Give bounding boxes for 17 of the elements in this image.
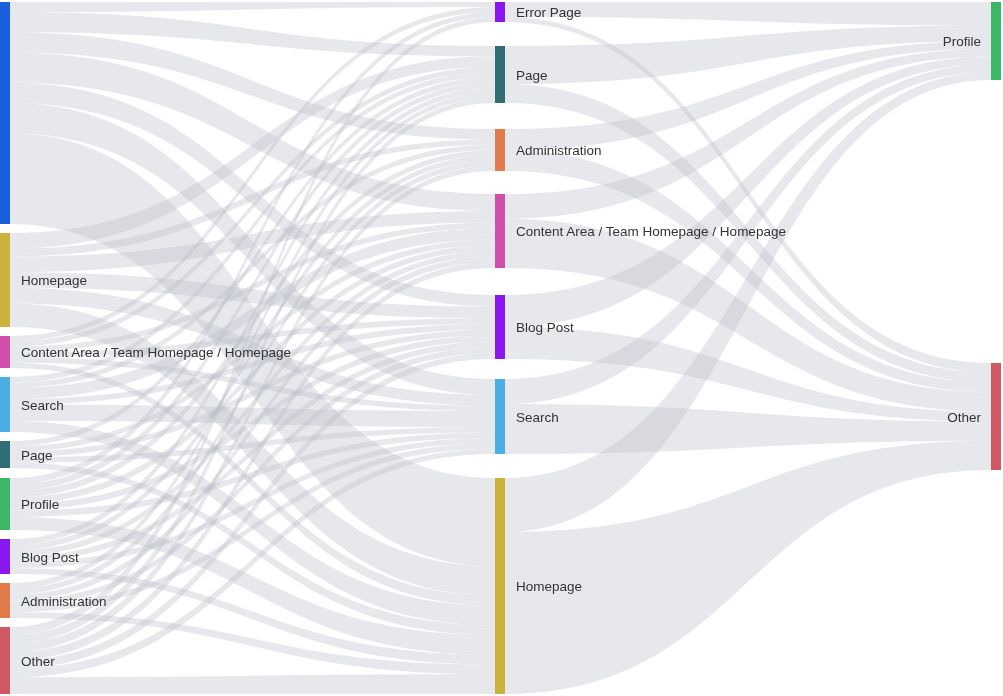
node-label: Other <box>21 653 55 669</box>
node-label: Search <box>21 397 64 413</box>
node-label: Content Area / Team Homepage / Homepage <box>516 224 786 239</box>
node-label: Other <box>947 409 981 425</box>
node-label: Search <box>516 409 559 425</box>
node-label: Page <box>21 447 53 463</box>
node-label: Administration <box>21 593 107 609</box>
node-label: Content Area / Team Homepage / Homepage <box>21 345 291 360</box>
node-label: Blog Post <box>516 320 574 335</box>
node-label: Administration <box>516 143 602 158</box>
node-label: Homepage <box>516 579 583 594</box>
node-label: Blog Post <box>21 549 79 565</box>
node-label: Error Page <box>516 5 582 20</box>
node-label: Profile <box>942 34 981 49</box>
node-label: Profile <box>21 497 60 512</box>
node-label: Homepage <box>21 273 88 288</box>
node-label: Page <box>516 67 548 83</box>
